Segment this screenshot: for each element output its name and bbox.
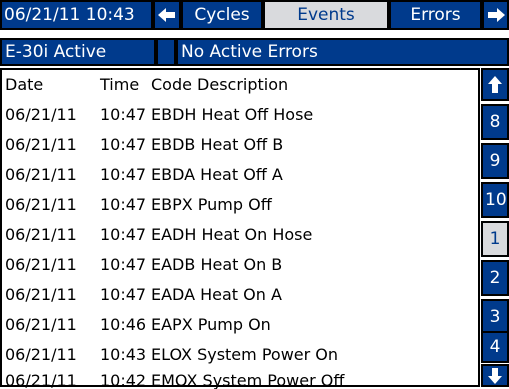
row-date: 06/21/11 — [5, 195, 77, 214]
page-label: 9 — [489, 151, 501, 171]
row-code-description: EADA Heat On A — [151, 285, 282, 304]
page-button-3[interactable]: 3 — [481, 299, 509, 335]
tab-cycles-label: Cycles — [194, 5, 250, 25]
next-tab-button[interactable] — [482, 0, 509, 30]
page-label: 3 — [489, 307, 501, 327]
table-header: Date Time Code Description — [2, 70, 478, 100]
table-row: 06/21/11 10:47 EBDA Heat Off A — [2, 161, 478, 191]
row-date: 06/21/11 — [5, 285, 77, 304]
table-row: 06/21/11 10:47 EADH Heat On Hose — [2, 221, 478, 251]
page-button-4[interactable]: 4 — [481, 331, 509, 363]
row-time: 10:47 — [100, 195, 147, 214]
row-date: 06/21/11 — [5, 225, 77, 244]
row-code-description: EAPX Pump On — [151, 315, 271, 334]
page-button-1[interactable]: 1 — [481, 221, 509, 257]
row-code-description: EBDB Heat Off B — [151, 135, 284, 154]
row-code-description: EADH Heat On Hose — [151, 225, 313, 244]
row-date: 06/21/11 — [5, 255, 77, 274]
row-time: 10:47 — [100, 225, 147, 244]
row-date: 06/21/11 — [5, 315, 77, 334]
column-header-time: Time — [100, 75, 140, 94]
row-date: 06/21/11 — [5, 105, 77, 124]
tab-cycles[interactable]: Cycles — [181, 0, 263, 30]
tab-events[interactable]: Events — [263, 0, 389, 30]
row-date: 06/21/11 — [5, 165, 77, 184]
row-time: 10:46 — [100, 315, 147, 334]
error-status-bar: No Active Errors — [176, 38, 509, 66]
page-button-2[interactable]: 2 — [481, 260, 509, 296]
error-status-text: No Active Errors — [181, 42, 318, 62]
page-button-10[interactable]: 10 — [481, 182, 509, 218]
row-code-description: EBDH Heat Off Hose — [151, 105, 314, 124]
row-code-description: EBPX Pump Off — [151, 195, 272, 214]
row-time: 10:47 — [100, 165, 147, 184]
row-code-description: EADB Heat On B — [151, 255, 283, 274]
table-row: 06/21/11 10:47 EADA Heat On A — [2, 281, 478, 311]
tab-events-label: Events — [297, 5, 355, 25]
events-table: Date Time Code Description 06/21/11 10:4… — [0, 68, 480, 389]
table-row: 06/21/11 10:43 ELOX System Power On — [2, 341, 478, 371]
row-time: 10:47 — [100, 285, 147, 304]
page-label: 1 — [489, 229, 501, 249]
table-row: 06/21/11 10:42 EMOX System Power Off — [2, 369, 478, 389]
column-header-date: Date — [5, 75, 44, 94]
table-row: 06/21/11 10:47 EBDB Heat Off B — [2, 131, 478, 161]
row-time: 10:47 — [100, 255, 147, 274]
arrow-up-icon — [488, 75, 502, 93]
mode-indicator: E-30i Active — [0, 38, 156, 66]
scroll-down-button[interactable] — [481, 364, 509, 387]
row-code-description: ELOX System Power On — [151, 345, 339, 364]
arrow-left-icon — [158, 8, 175, 22]
row-time: 10:43 — [100, 345, 147, 364]
mode-text: E-30i Active — [5, 42, 107, 62]
table-row: 06/21/11 10:47 EADB Heat On B — [2, 251, 478, 281]
status-indicator-blank — [156, 38, 176, 66]
row-time: 10:47 — [100, 135, 147, 154]
row-time: 10:42 — [100, 371, 147, 389]
row-date: 06/21/11 — [5, 135, 77, 154]
datetime-display: 06/21/11 10:43 — [0, 0, 153, 30]
scroll-up-button[interactable] — [481, 68, 509, 101]
tab-errors[interactable]: Errors — [389, 0, 482, 30]
column-header-code-description: Code Description — [151, 75, 289, 94]
row-time: 10:47 — [100, 105, 147, 124]
arrow-right-icon — [487, 8, 505, 22]
row-code-description: EBDA Heat Off A — [151, 165, 283, 184]
tab-errors-label: Errors — [410, 5, 461, 25]
page-label: 10 — [485, 190, 507, 210]
page-button-8[interactable]: 8 — [481, 104, 509, 140]
table-row: 06/21/11 10:46 EAPX Pump On — [2, 311, 478, 341]
previous-tab-button[interactable] — [153, 0, 181, 30]
arrow-down-icon — [488, 367, 502, 384]
page-label: 8 — [489, 112, 501, 132]
page-button-9[interactable]: 9 — [481, 143, 509, 179]
table-row: 06/21/11 10:47 EBPX Pump Off — [2, 191, 478, 221]
page-label: 4 — [489, 337, 501, 357]
table-row: 06/21/11 10:47 EBDH Heat Off Hose — [2, 101, 478, 131]
row-date: 06/21/11 — [5, 345, 77, 364]
datetime-text: 06/21/11 10:43 — [4, 5, 135, 25]
row-date: 06/21/11 — [5, 371, 77, 389]
row-code-description: EMOX System Power Off — [151, 371, 345, 389]
page-label: 2 — [489, 268, 501, 288]
